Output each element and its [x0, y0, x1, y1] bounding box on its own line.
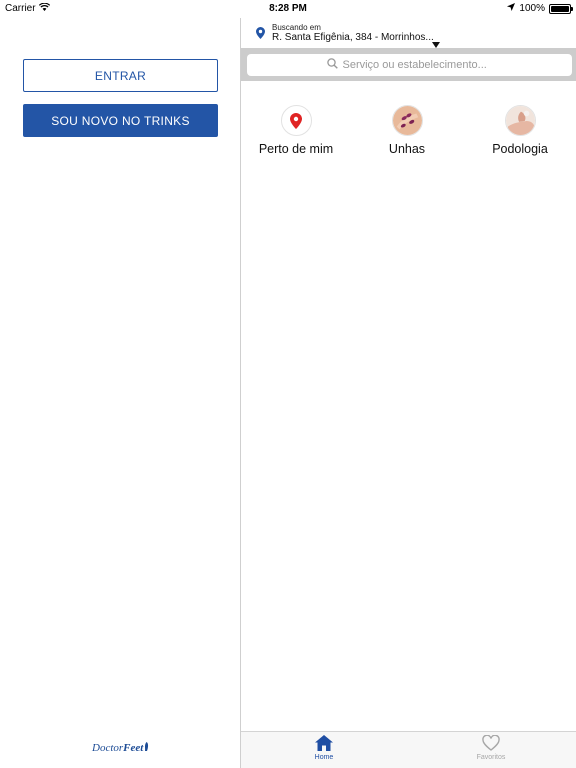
- status-right: 100%: [507, 3, 573, 14]
- status-bar: Carrier 8:28 PM 100%: [0, 0, 576, 18]
- tab-favorites[interactable]: Favoritos: [451, 734, 531, 761]
- location-caption: Buscando em: [272, 23, 321, 32]
- location-pin-icon: [256, 26, 265, 44]
- battery-percent: 100%: [519, 3, 545, 14]
- category-label: Podologia: [492, 142, 548, 156]
- battery-icon: [549, 3, 573, 14]
- tab-bar: Home Favoritos: [241, 731, 576, 768]
- category-podologia[interactable]: Podologia: [465, 105, 575, 156]
- category-perto-de-mim[interactable]: Perto de mim: [241, 105, 351, 156]
- location-selector[interactable]: Buscando em R. Santa Efigênia, 384 - Mor…: [241, 18, 576, 48]
- nails-photo: [391, 105, 423, 136]
- category-unhas[interactable]: Unhas: [352, 105, 462, 156]
- tab-home-label: Home: [314, 754, 334, 761]
- app-screen: Carrier 8:28 PM 100% ENTRAR SOU NOVO NO …: [0, 0, 576, 768]
- logo-text-doctor: Doctor: [92, 742, 124, 754]
- home-icon: [315, 735, 333, 751]
- map-pin-icon: [280, 105, 312, 136]
- clock: 8:28 PM: [269, 3, 307, 14]
- search-box[interactable]: [247, 54, 572, 76]
- right-panel: Buscando em R. Santa Efigênia, 384 - Mor…: [241, 18, 576, 768]
- doctorfeet-logo: Doctor Feet: [92, 742, 149, 754]
- tab-home[interactable]: Home: [284, 735, 364, 761]
- category-list: Perto de mim Unhas Podologia: [241, 81, 576, 171]
- feet-photo: [504, 105, 536, 136]
- location-arrow-icon: [507, 3, 516, 14]
- search-input[interactable]: [342, 59, 493, 71]
- left-panel: ENTRAR SOU NOVO NO TRINKS Doctor Feet: [0, 18, 240, 768]
- login-button[interactable]: ENTRAR: [23, 59, 218, 92]
- search-bar-container: [241, 48, 576, 81]
- category-label: Unhas: [388, 142, 426, 156]
- tab-favorites-label: Favoritos: [476, 754, 506, 761]
- heart-icon: [482, 734, 500, 751]
- foot-icon: [145, 742, 149, 751]
- location-address: R. Santa Efigênia, 384 - Morrinhos...: [272, 32, 434, 43]
- category-label: Perto de mim: [258, 142, 334, 156]
- logo-text-feet: Feet: [123, 742, 144, 754]
- battery-fill: [551, 5, 569, 12]
- search-icon: [326, 58, 338, 72]
- signup-button[interactable]: SOU NOVO NO TRINKS: [23, 104, 218, 137]
